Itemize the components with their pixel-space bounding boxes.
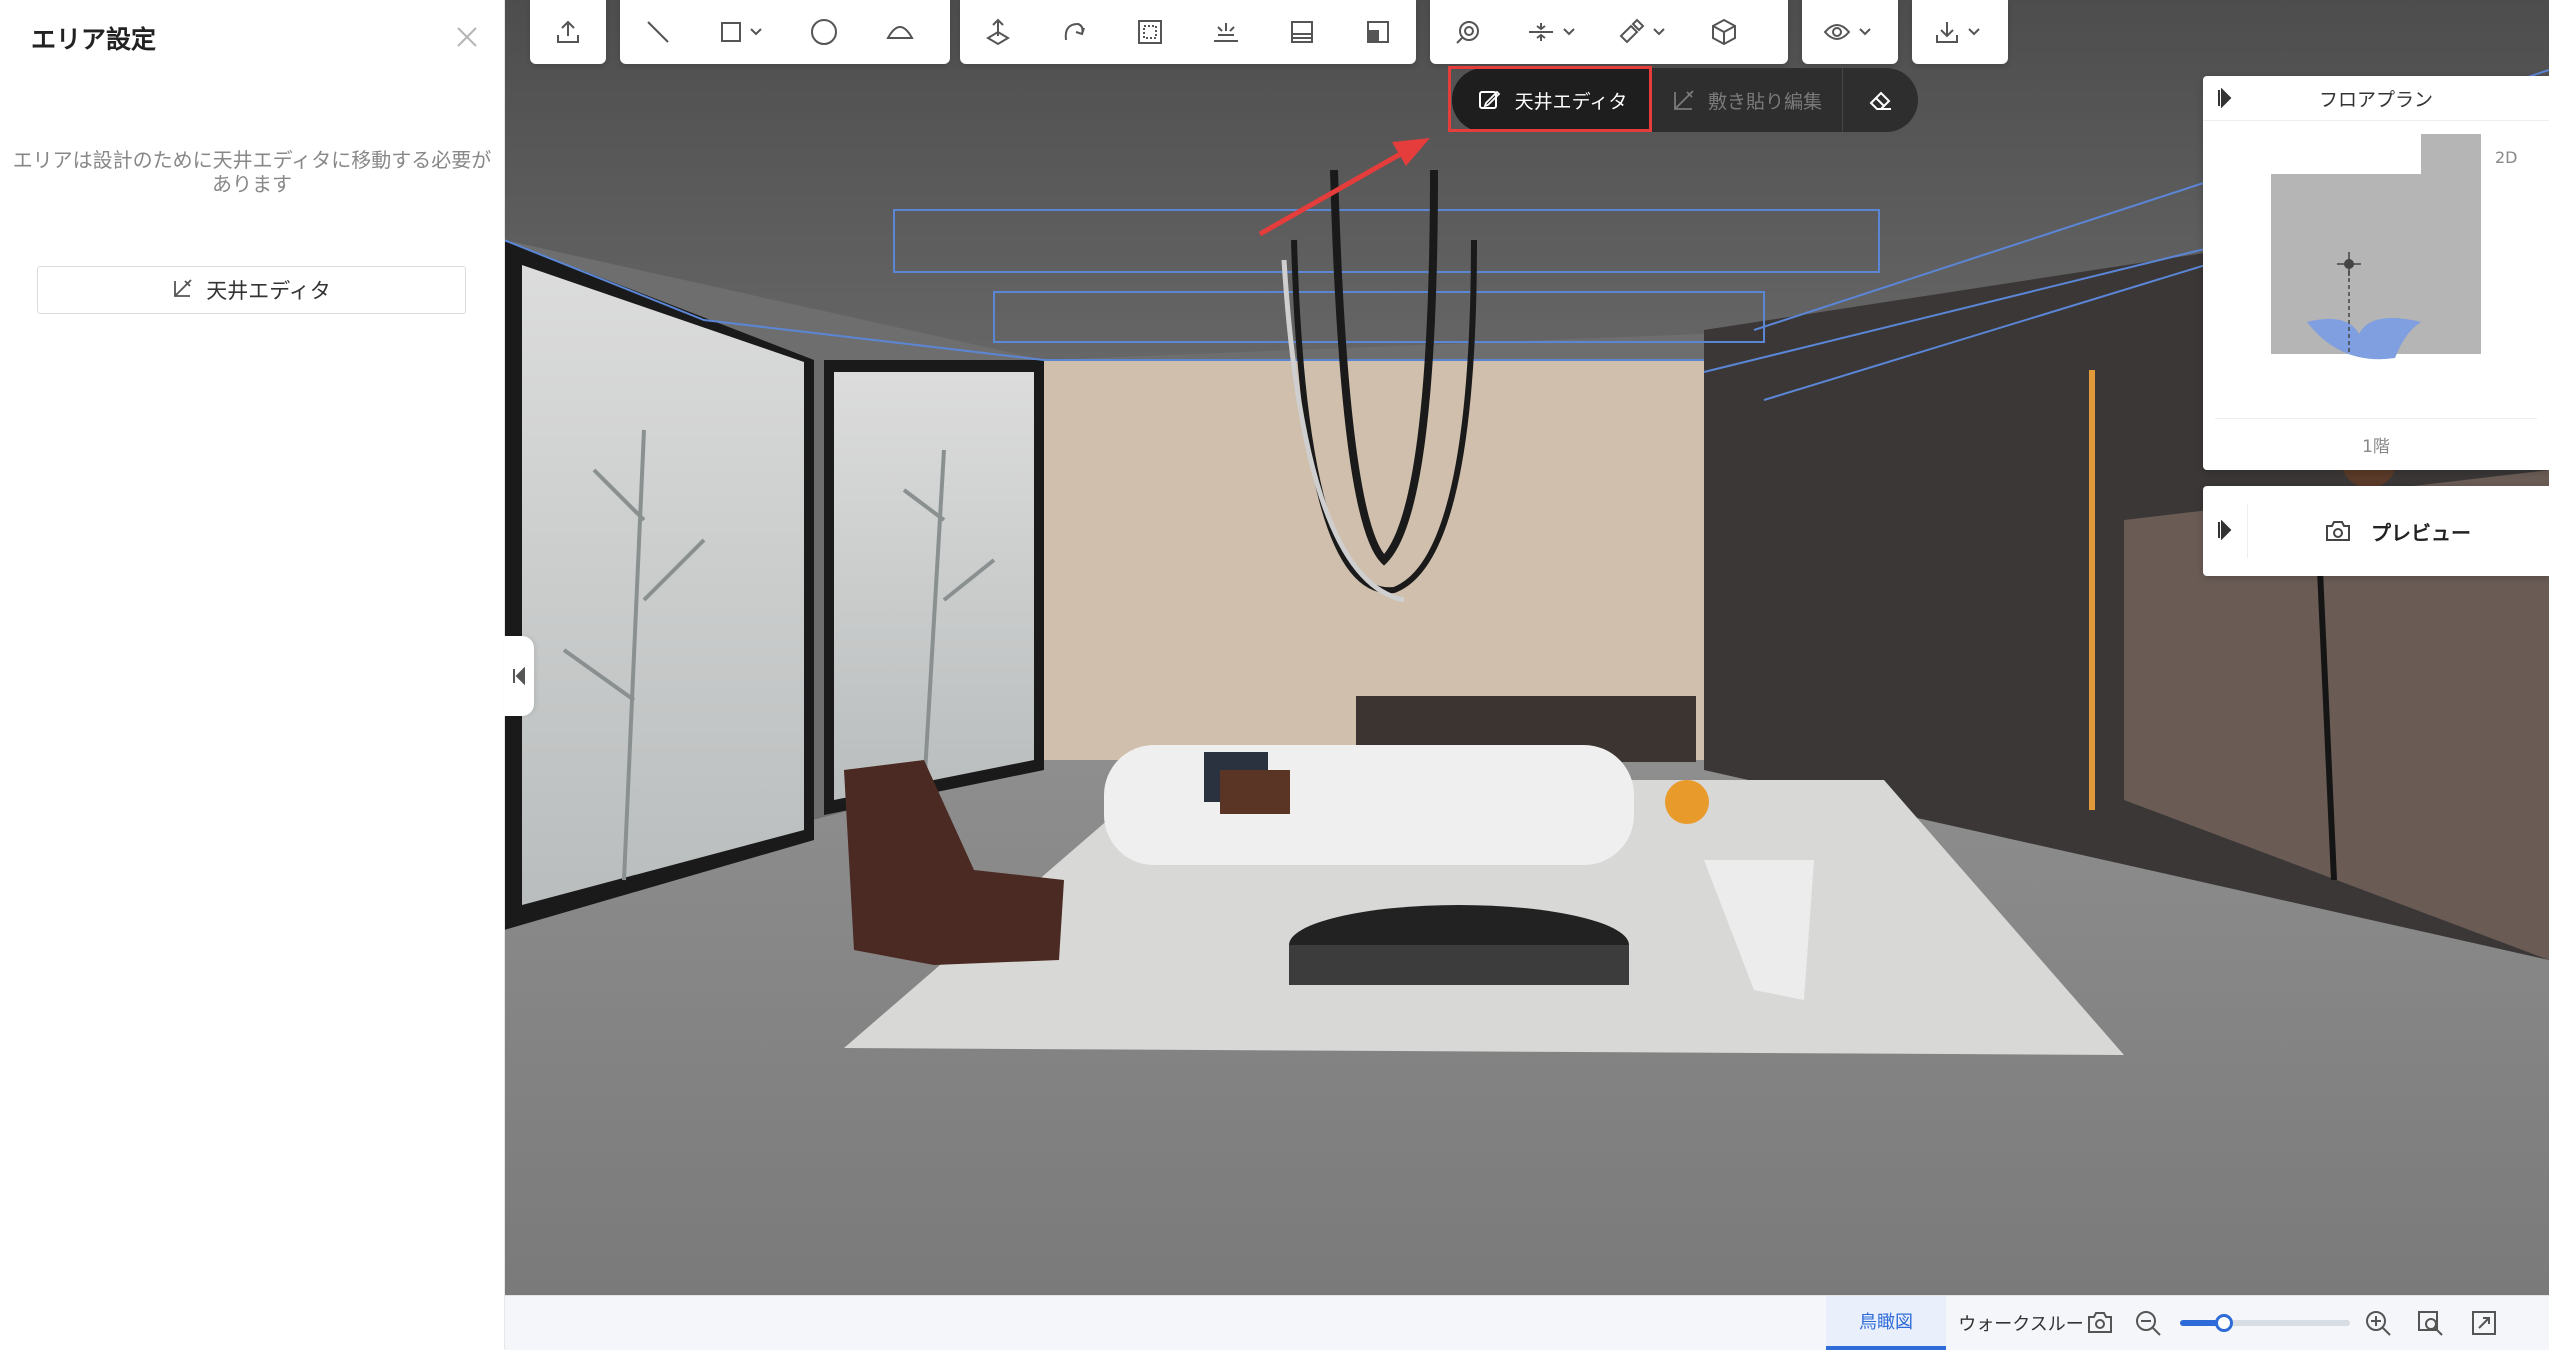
collapse-left-icon bbox=[513, 667, 525, 685]
circle-icon bbox=[811, 19, 837, 45]
material-icon bbox=[1712, 18, 1736, 46]
preview-label: プレビュー bbox=[2371, 520, 2471, 545]
fit-view-button[interactable] bbox=[2470, 1309, 2498, 1337]
visibility-button[interactable] bbox=[1802, 0, 1892, 64]
chevron-down-icon bbox=[750, 28, 762, 36]
chevron-down-icon bbox=[1653, 28, 1665, 36]
description-line: あります bbox=[212, 172, 292, 196]
zoom-in-icon bbox=[2366, 1311, 2391, 1336]
panel-icon bbox=[1291, 21, 1313, 43]
paint-button[interactable] bbox=[1596, 0, 1686, 64]
eraser-icon bbox=[1869, 91, 1891, 110]
line-tool-button[interactable] bbox=[620, 0, 696, 64]
extrude-icon bbox=[986, 18, 1010, 46]
rotate-icon bbox=[1064, 22, 1085, 41]
material-button[interactable] bbox=[1686, 0, 1762, 64]
upload-button[interactable] bbox=[530, 0, 606, 64]
toolbar-group-tools bbox=[1430, 0, 1788, 64]
arc-tool-button[interactable] bbox=[862, 0, 938, 64]
zoom-selection-button[interactable] bbox=[2416, 1309, 2444, 1337]
highlight-box bbox=[1448, 66, 1652, 132]
search-3d-button[interactable] bbox=[1430, 0, 1506, 64]
zoom-out-icon bbox=[2136, 1311, 2161, 1336]
download-button[interactable] bbox=[1912, 0, 2002, 64]
tile-edit-icon bbox=[1674, 90, 1694, 110]
bottom-bar: 鳥瞰図 ウォークスルー bbox=[504, 1295, 2549, 1350]
collapse-right-icon[interactable] bbox=[2217, 520, 2233, 540]
toolbar-group-edit bbox=[960, 0, 1416, 64]
floor-selector[interactable]: 1階 bbox=[2203, 432, 2549, 457]
toolbar-group-draw bbox=[620, 0, 950, 64]
upload-icon bbox=[557, 20, 579, 43]
screenshot-camera-button[interactable] bbox=[2086, 1309, 2114, 1337]
ceiling-edit-icon bbox=[172, 277, 194, 304]
description-line: エリアは設計のために天井エディタに移動する必要が bbox=[12, 148, 492, 172]
toolbar-group-import bbox=[530, 0, 606, 64]
floorplan-map[interactable] bbox=[2271, 134, 2481, 374]
camera-icon bbox=[2326, 521, 2350, 541]
close-icon[interactable] bbox=[452, 22, 482, 52]
paint-icon bbox=[1619, 18, 1645, 44]
preview-panel: プレビュー bbox=[2203, 486, 2549, 576]
zoom-out-button[interactable] bbox=[2134, 1309, 2162, 1337]
panel-description: エリアは設計のために天井エディタに移動する必要が あります bbox=[0, 148, 504, 196]
toolbar-group-export bbox=[1912, 0, 2008, 64]
area-settings-panel: エリア設定 エリアは設計のために天井エディタに移動する必要が あります 天井エデ… bbox=[0, 0, 505, 1349]
eraser-button[interactable] bbox=[1842, 68, 1917, 132]
floorplan-title: フロアプラン bbox=[2318, 88, 2433, 111]
light-button[interactable] bbox=[1188, 0, 1264, 64]
preview-button[interactable]: プレビュー bbox=[2247, 517, 2549, 546]
align-icon bbox=[1529, 23, 1553, 41]
ceiling-toolbar: 天井エディタ 敷き貼り編集 bbox=[1448, 66, 1918, 132]
rotate-button[interactable] bbox=[1036, 0, 1112, 64]
ceiling-editor-tab[interactable]: 天井エディタ bbox=[1448, 66, 1652, 132]
fit-view-icon bbox=[2472, 1311, 2496, 1335]
align-button[interactable] bbox=[1506, 0, 1596, 64]
floorplan-panel: フロアプラン 2D 1階 bbox=[2203, 76, 2549, 470]
panel-button[interactable] bbox=[1264, 0, 1340, 64]
line-icon bbox=[647, 21, 669, 43]
zoom-selection-icon bbox=[2418, 1311, 2443, 1336]
ceiling-editor-label: 天井エディタ bbox=[206, 279, 331, 303]
frame-icon bbox=[1138, 20, 1162, 44]
toolbar-group-view bbox=[1802, 0, 1898, 64]
floorplan-divider bbox=[2215, 418, 2537, 419]
zoom-slider-handle[interactable] bbox=[2215, 1314, 2234, 1332]
eye-icon bbox=[1823, 24, 1851, 40]
tile-edit-tab: 敷き貼り編集 bbox=[1652, 68, 1842, 132]
chevron-down-icon bbox=[1859, 28, 1871, 36]
collapse-panel-handle[interactable] bbox=[504, 636, 534, 716]
floorplan-header: フロアプラン bbox=[2203, 76, 2549, 121]
split-panel-icon bbox=[1367, 21, 1389, 43]
collapse-right-icon[interactable] bbox=[2217, 88, 2233, 108]
ceiling-editor-button[interactable]: 天井エディタ bbox=[37, 266, 466, 314]
extrude-button[interactable] bbox=[960, 0, 1036, 64]
rectangle-tool-button[interactable] bbox=[696, 0, 786, 64]
download-icon bbox=[1936, 22, 1958, 43]
tab-walkthrough[interactable]: ウォークスルー bbox=[1956, 1296, 2086, 1350]
circle-tool-button[interactable] bbox=[786, 0, 862, 64]
arc-icon bbox=[886, 26, 914, 39]
split-panel-button[interactable] bbox=[1340, 0, 1416, 64]
light-icon bbox=[1214, 23, 1238, 42]
tab-birdseye-view[interactable]: 鳥瞰図 bbox=[1826, 1296, 1946, 1350]
frame-button[interactable] bbox=[1112, 0, 1188, 64]
zoom-in-button[interactable] bbox=[2364, 1309, 2392, 1337]
chevron-down-icon bbox=[1968, 28, 1980, 36]
rectangle-icon bbox=[721, 22, 741, 42]
zoom-slider[interactable] bbox=[2180, 1314, 2350, 1332]
search-3d-icon bbox=[1456, 21, 1479, 44]
chevron-down-icon bbox=[1563, 28, 1575, 36]
camera-settings-icon bbox=[2088, 1312, 2112, 1333]
tile-edit-label: 敷き貼り編集 bbox=[1707, 90, 1822, 113]
3d-viewport[interactable]: 天井エディタ 敷き貼り編集 フロアプラン 2D 1階 プレビュー bbox=[504, 0, 2549, 1295]
floorplan-mode-toggle[interactable]: 2D bbox=[2495, 148, 2518, 167]
panel-title: エリア設定 bbox=[31, 25, 157, 54]
